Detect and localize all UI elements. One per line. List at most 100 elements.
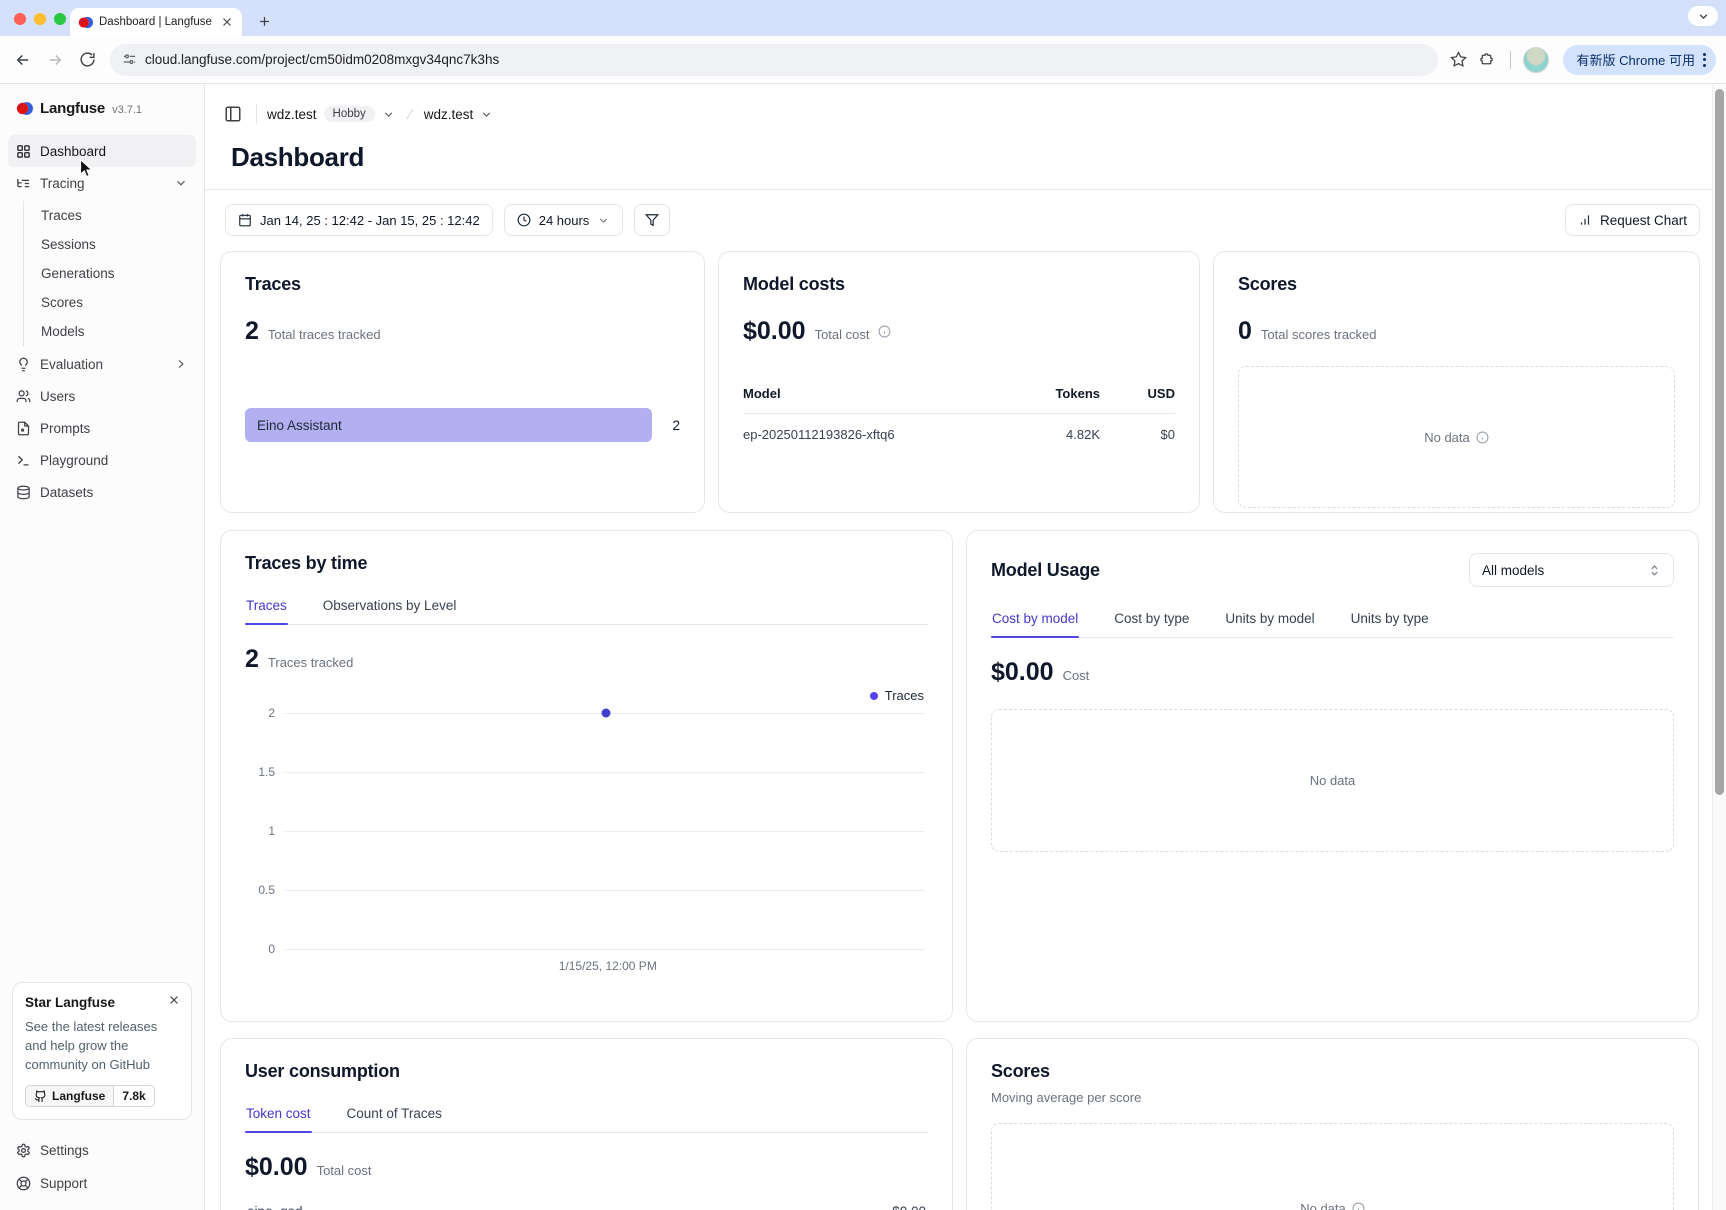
info-icon[interactable] <box>1476 431 1489 444</box>
card-title: User consumption <box>245 1061 928 1082</box>
tab-cost-by-type[interactable]: Cost by type <box>1113 603 1190 637</box>
sidebar-item-prompts[interactable]: Prompts <box>8 412 196 444</box>
scores-total-label: Total scores tracked <box>1261 327 1377 342</box>
data-point-traces[interactable] <box>601 709 610 718</box>
tab-count-of-traces[interactable]: Count of Traces <box>346 1098 443 1132</box>
date-range-value: Jan 14, 25 : 12:42 - Jan 15, 25 : 12:42 <box>260 213 480 228</box>
info-icon[interactable] <box>878 325 891 338</box>
chevron-down-icon[interactable] <box>480 108 493 121</box>
address-bar[interactable]: cloud.langfuse.com/project/cm50idm0208mx… <box>110 44 1438 76</box>
info-icon[interactable] <box>1352 1202 1365 1210</box>
traces-by-time-tabs: Traces Observations by Level <box>245 590 928 625</box>
chevron-down-icon <box>597 214 610 227</box>
sidebar-item-support[interactable]: Support <box>8 1167 196 1200</box>
traces-tracked-count: 2 <box>245 645 259 674</box>
breadcrumb-project[interactable]: wdz.test <box>424 107 474 122</box>
sidebar-item-generations[interactable]: Generations <box>24 259 196 288</box>
traces-total: 2 <box>245 317 259 346</box>
model-usage-card: Model Usage All models Cost by model Cos… <box>966 530 1699 1022</box>
sidebar-item-sessions[interactable]: Sessions <box>24 230 196 259</box>
empty-state: No data <box>991 709 1674 852</box>
extensions-icon[interactable] <box>1476 49 1498 71</box>
usage-cost: $0.00 <box>991 658 1054 687</box>
sidebar-item-evaluation[interactable]: Evaluation <box>8 348 196 380</box>
sidebar: Langfuse v3.7.1 Dashboard Tracing Traces… <box>0 84 205 1210</box>
no-data-label: No data <box>1310 773 1356 788</box>
table-row[interactable]: ep-20250112193826-xftq6 4.82K $0 <box>743 414 1175 442</box>
model-select[interactable]: All models <box>1469 553 1674 587</box>
sidebar-item-settings[interactable]: Settings <box>8 1134 196 1167</box>
sidebar-item-label: Models <box>41 324 188 339</box>
breadcrumb-org[interactable]: wdz.test <box>267 107 317 122</box>
tab-token-cost[interactable]: Token cost <box>245 1098 312 1132</box>
column-header: USD <box>1100 386 1175 401</box>
sidebar-item-traces[interactable]: Traces <box>24 201 196 230</box>
sidebar-item-label: Prompts <box>40 421 188 436</box>
sidebar-item-users[interactable]: Users <box>8 380 196 412</box>
github-star-widget[interactable]: Langfuse 7.8k <box>25 1085 179 1107</box>
sidebar-item-datasets[interactable]: Datasets <box>8 476 196 508</box>
request-chart-label: Request Chart <box>1600 213 1687 228</box>
profile-avatar[interactable] <box>1523 47 1549 73</box>
traces-by-time-card: Traces by time Traces Observations by Le… <box>220 530 953 1022</box>
card-title: Traces <box>245 274 680 295</box>
tab-units-by-model[interactable]: Units by model <box>1224 603 1315 637</box>
star-card-body: See the latest releases and help grow th… <box>25 1018 179 1075</box>
brand: Langfuse v3.7.1 <box>8 96 196 135</box>
sidebar-item-dashboard[interactable]: Dashboard <box>8 135 196 167</box>
tab-observations-by-level[interactable]: Observations by Level <box>322 590 458 624</box>
tab-close-icon[interactable] <box>220 15 234 29</box>
user-total-cost: $0.00 <box>245 1153 308 1182</box>
date-range-picker[interactable]: Jan 14, 25 : 12:42 - Jan 15, 25 : 12:42 <box>225 204 493 236</box>
traces-card: Traces 2 Total traces tracked Eino Assis… <box>220 251 705 513</box>
tab-units-by-type[interactable]: Units by type <box>1350 603 1430 637</box>
chevrons-up-down-icon <box>1648 564 1661 577</box>
filter-button[interactable] <box>634 204 670 236</box>
request-chart-button[interactable]: Request Chart <box>1565 204 1700 236</box>
sidebar-item-models[interactable]: Models <box>24 317 196 346</box>
users-icon <box>16 389 31 404</box>
forward-button[interactable] <box>42 47 68 73</box>
interval-select[interactable]: 24 hours <box>504 204 624 236</box>
zoom-window-button[interactable] <box>54 13 66 25</box>
reload-button[interactable] <box>74 47 100 73</box>
scrollbar-thumb[interactable] <box>1715 89 1724 795</box>
sidebar-item-playground[interactable]: Playground <box>8 444 196 476</box>
tab-cost-by-model[interactable]: Cost by model <box>991 603 1079 637</box>
legend-label: Traces <box>885 688 924 703</box>
sidebar-item-tracing[interactable]: Tracing <box>8 167 196 199</box>
total-cost: $0.00 <box>743 317 806 346</box>
user-name: eino_god <box>247 1204 303 1210</box>
tab-search-button[interactable] <box>1688 6 1718 26</box>
sidebar-toggle-button[interactable] <box>220 101 246 127</box>
close-window-button[interactable] <box>14 13 26 25</box>
tab-traces[interactable]: Traces <box>245 590 288 624</box>
minimize-window-button[interactable] <box>34 13 46 25</box>
new-tab-button[interactable] <box>252 9 276 33</box>
browser-menu-icon[interactable] <box>1703 53 1706 67</box>
chrome-update-button[interactable]: 有新版 Chrome 可用 <box>1563 45 1716 75</box>
y-tick: 2 <box>268 706 275 720</box>
trace-name-bar[interactable]: Eino Assistant <box>245 408 652 442</box>
bookmark-star-icon[interactable] <box>1448 49 1470 71</box>
x-tick: 1/15/25, 12:00 PM <box>559 959 657 973</box>
scores-total: 0 <box>1238 317 1252 346</box>
site-info-icon[interactable] <box>122 52 137 67</box>
chevron-down-icon[interactable] <box>382 108 395 121</box>
close-icon[interactable] <box>167 993 181 1007</box>
github-star-count: 7.8k <box>114 1085 154 1107</box>
sidebar-item-scores[interactable]: Scores <box>24 288 196 317</box>
user-row[interactable]: eino_god $0.00 <box>245 1204 928 1210</box>
sidebar-item-label: Playground <box>40 453 188 468</box>
chart-legend: Traces <box>245 688 924 703</box>
back-button[interactable] <box>10 47 36 73</box>
funnel-icon <box>645 213 659 227</box>
sidebar-item-label: Traces <box>41 208 188 223</box>
browser-tab[interactable]: Dashboard | Langfuse <box>70 8 242 36</box>
slash-divider-icon <box>402 107 417 122</box>
user-cost: $0.00 <box>892 1204 926 1210</box>
y-tick: 1 <box>268 824 275 838</box>
clock-icon <box>517 213 531 227</box>
page-scrollbar[interactable] <box>1712 85 1726 1210</box>
plan-badge: Hobby <box>324 106 375 122</box>
